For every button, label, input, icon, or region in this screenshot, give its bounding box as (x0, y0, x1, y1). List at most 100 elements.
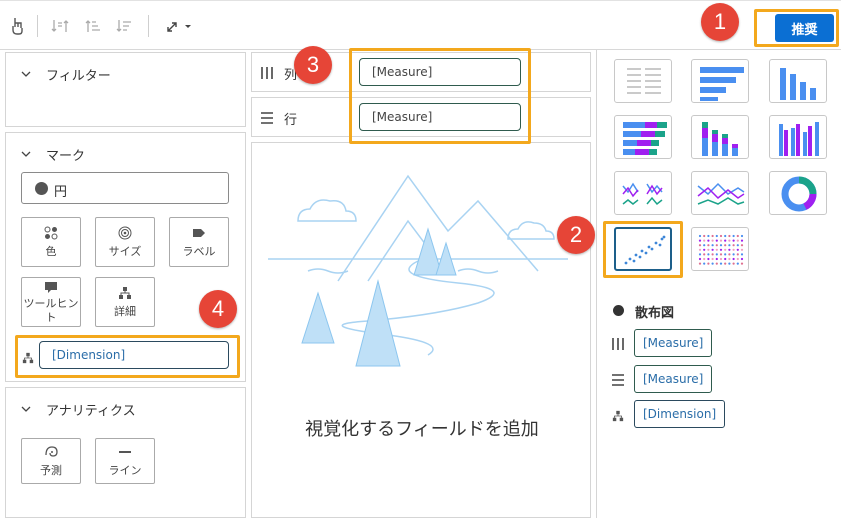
columns-field-pill[interactable]: [Measure] (359, 58, 521, 86)
chart-type-heatmap[interactable] (691, 227, 749, 271)
sort-ascending-icon[interactable] (82, 15, 104, 37)
heatmap-dot (703, 239, 706, 242)
chart-type-line[interactable] (691, 171, 749, 215)
rows-icon (611, 372, 625, 391)
heatmap-dot (715, 234, 718, 238)
detail-button[interactable]: 詳細 (95, 277, 155, 327)
callout-3: 3 (294, 46, 332, 84)
callout-4: 4 (199, 290, 237, 328)
heatmap-dot (719, 262, 723, 265)
chevron-down-icon[interactable] (21, 149, 31, 159)
visualization-canvas[interactable]: 視覚化するフィールドを追加 (251, 142, 591, 518)
filter-panel: フィルター (5, 52, 246, 127)
detail-field-pill[interactable]: [Dimension] (39, 341, 229, 369)
heatmap-dot (715, 244, 718, 247)
heatmap-dot (732, 239, 735, 242)
heatmap-dot (703, 262, 706, 265)
heatmap-dot (698, 234, 702, 238)
heatmap-dot (715, 248, 718, 251)
heatmap-dot (740, 234, 744, 238)
heatmap-dot (715, 239, 718, 242)
heatmap-dot (698, 253, 702, 256)
heatmap-dot (707, 248, 710, 251)
heatmap-dot (719, 244, 723, 247)
chart-type-multi-line-small[interactable] (614, 171, 672, 215)
color-icon (44, 225, 58, 241)
heatmap-dot (711, 239, 714, 242)
label-icon (192, 225, 206, 241)
mark-type-value: 円 (54, 185, 68, 200)
recommend-button[interactable]: 推奨 (775, 14, 834, 42)
heatmap-dot (724, 234, 727, 238)
touch-icon[interactable] (6, 15, 28, 37)
recommended-detail-pill[interactable]: [Dimension] (634, 400, 726, 428)
recommended-rows-pill[interactable]: [Measure] (634, 365, 713, 393)
forecast-icon (44, 444, 58, 460)
heatmap-dot (736, 257, 739, 261)
heatmap-dot (732, 257, 735, 261)
callout-2: 2 (557, 216, 595, 254)
rows-shelf: 行 [Measure] (251, 97, 591, 137)
heatmap-dot (724, 253, 727, 256)
heatmap-dot (724, 244, 727, 247)
color-button[interactable]: 色 (21, 217, 81, 267)
heatmap-dot (703, 244, 706, 247)
tooltip-button[interactable]: ツールヒント (21, 277, 81, 327)
label-button[interactable]: ラベル (169, 217, 229, 267)
heatmap-dot (719, 248, 723, 251)
heatmap-dot (740, 253, 744, 256)
heatmap-dot (728, 262, 731, 265)
heatmap-dot (724, 248, 727, 251)
heatmap-dot (724, 262, 727, 265)
forecast-button[interactable]: 予測 (21, 438, 81, 484)
size-button[interactable]: サイズ (95, 217, 155, 267)
chart-type-donut[interactable] (769, 171, 827, 215)
marks-title[interactable]: マーク (46, 145, 85, 164)
rows-label: 行 (284, 113, 298, 128)
heatmap-dot (728, 253, 731, 256)
mark-type-select[interactable]: 円 (21, 172, 229, 204)
heatmap-dot (736, 248, 739, 251)
chart-type-horizontal-bar[interactable] (691, 59, 749, 103)
chart-type-grouped-bar[interactable] (769, 115, 827, 159)
circle-icon (35, 182, 48, 195)
chart-type-stacked-vertical-bar[interactable] (691, 115, 749, 159)
heatmap-dot (703, 234, 706, 238)
chart-type-text-table[interactable] (614, 59, 672, 103)
size-icon (118, 225, 132, 241)
heatmap-dot (732, 248, 735, 251)
expand-icon[interactable] (164, 15, 194, 37)
heatmap-dot (711, 262, 714, 265)
heatmap-dot (715, 257, 718, 261)
detail-label: 詳細 (114, 305, 136, 318)
rows-field-pill[interactable]: [Measure] (359, 103, 521, 131)
heatmap-dot (740, 257, 744, 261)
heatmap-dot (719, 257, 723, 261)
heatmap-dot (728, 239, 731, 242)
chevron-down-icon[interactable] (21, 404, 31, 414)
chart-type-stacked-horizontal-bar[interactable] (614, 115, 672, 159)
heatmap-dot (732, 262, 735, 265)
heatmap-dot (707, 239, 710, 242)
analytics-panel: アナリティクス 予測 ライン (5, 387, 246, 518)
size-label: サイズ (108, 245, 142, 258)
analytics-title[interactable]: アナリティクス (46, 400, 136, 419)
heatmap-dot (698, 248, 702, 251)
heatmap-dot (707, 262, 710, 265)
chart-type-scatter[interactable] (614, 227, 672, 271)
heatmap-dot (736, 239, 739, 242)
swap-axes-icon[interactable] (49, 15, 71, 37)
chevron-down-icon[interactable] (21, 69, 31, 79)
heatmap-dot (703, 257, 706, 261)
chart-type-vertical-bar[interactable] (769, 59, 827, 103)
empty-state-illustration (268, 174, 568, 367)
recommended-columns-pill[interactable]: [Measure] (634, 329, 713, 357)
label-label: ラベル (182, 245, 216, 258)
sort-descending-icon[interactable] (113, 15, 135, 37)
filter-title[interactable]: フィルター (46, 65, 111, 84)
heatmap-dot (724, 257, 727, 261)
heatmap-dot (740, 244, 744, 247)
line-label: ライン (108, 464, 142, 477)
line-button[interactable]: ライン (95, 438, 155, 484)
detail-icon (22, 349, 34, 368)
